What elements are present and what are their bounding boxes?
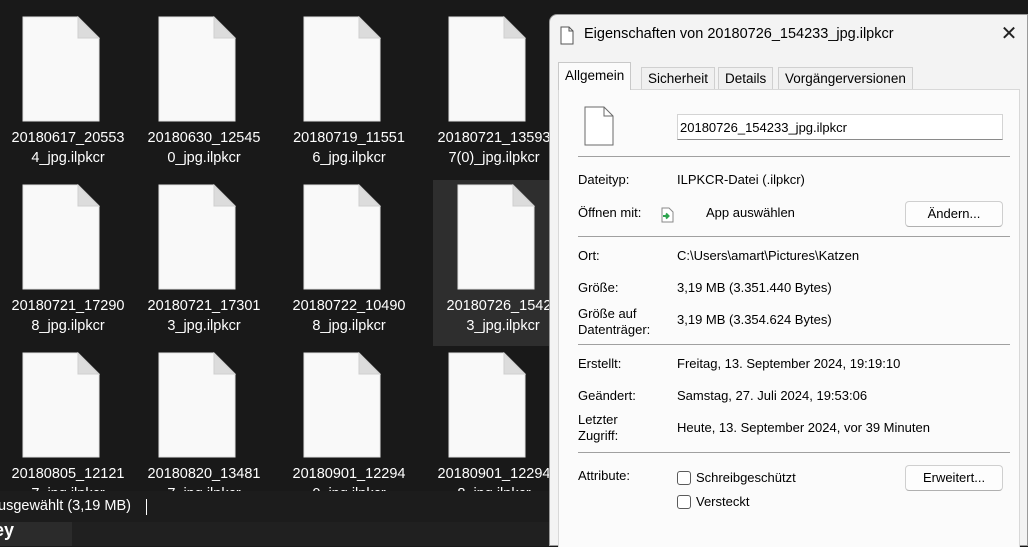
location-value: C:\Users\amart\Pictures\Katzen bbox=[677, 248, 860, 263]
document-icon bbox=[158, 16, 236, 122]
document-icon bbox=[303, 16, 381, 122]
file-tile[interactable]: 20180722_10490 8_jpg.ilpkcr bbox=[279, 184, 419, 342]
file-tile[interactable]: 20180617_20553 4_jpg.ilpkcr bbox=[0, 16, 138, 174]
document-icon bbox=[448, 16, 526, 122]
file-tile[interactable]: 20180721_13593 7(0)_jpg.ilpkcr bbox=[424, 16, 564, 174]
document-icon bbox=[158, 184, 236, 290]
modified-value: Samstag, 27. Juli 2024, 19:53:06 bbox=[677, 388, 868, 403]
document-icon bbox=[457, 184, 535, 290]
file-tile[interactable]: 20180901_12294 0_jpg.ilpkcr bbox=[279, 352, 419, 510]
close-icon[interactable]: ✕ bbox=[998, 23, 1020, 45]
separator bbox=[578, 156, 1010, 157]
document-icon bbox=[22, 352, 100, 458]
file-name-label: 20180719_11551 6_jpg.ilpkcr bbox=[293, 130, 405, 166]
open-with-label: Öffnen mit: bbox=[578, 205, 642, 220]
app-select-icon bbox=[661, 207, 674, 223]
tab-sicherheit[interactable]: Sicherheit bbox=[641, 67, 716, 89]
taskbar-strip: ey bbox=[0, 520, 560, 546]
status-bar: usgewählt (3,19 MB) bbox=[0, 491, 560, 522]
accessed-value: Heute, 13. September 2024, vor 39 Minute… bbox=[677, 420, 930, 435]
separator bbox=[578, 236, 1010, 237]
advanced-button[interactable]: Erweitert... bbox=[905, 465, 1003, 491]
accessed-label-line2: Zugriff: bbox=[578, 428, 619, 443]
filetype-value: ILPKCR-Datei (.ilpkcr) bbox=[677, 172, 805, 187]
size-on-disk-label-line2: Datenträger: bbox=[578, 322, 651, 337]
file-tile[interactable]: 20180721_17301 3_jpg.ilpkcr bbox=[134, 184, 274, 342]
status-divider bbox=[146, 499, 147, 515]
file-name-input[interactable] bbox=[677, 114, 1003, 140]
modified-label: Geändert: bbox=[578, 388, 636, 403]
tab-allgemein[interactable]: Allgemein bbox=[558, 62, 632, 90]
file-name-label: 20180617_20553 4_jpg.ilpkcr bbox=[11, 130, 125, 166]
readonly-label: Schreibgeschützt bbox=[696, 470, 796, 485]
file-tile[interactable]: 20180719_11551 6_jpg.ilpkcr bbox=[279, 16, 419, 174]
file-name-label: 20180721_17290 8_jpg.ilpkcr bbox=[11, 298, 125, 334]
readonly-checkbox[interactable] bbox=[677, 471, 691, 485]
file-name-label: 20180721_17301 3_jpg.ilpkcr bbox=[147, 298, 261, 334]
hidden-checkbox[interactable] bbox=[677, 495, 691, 509]
file-tile[interactable]: 20180630_12545 0_jpg.ilpkcr bbox=[134, 16, 274, 174]
tab-vorgaengerversionen[interactable]: Vorgängerversionen bbox=[778, 67, 913, 89]
filetype-label: Dateityp: bbox=[578, 172, 630, 187]
document-icon bbox=[303, 352, 381, 458]
file-tile[interactable]: 20180901_12294 8_jpg.ilpkcr bbox=[424, 352, 564, 510]
file-icon bbox=[560, 26, 574, 45]
document-icon bbox=[303, 184, 381, 290]
file-tile[interactable]: 20180820_13481 7_jpg.ilpkcr bbox=[134, 352, 274, 510]
document-icon bbox=[22, 184, 100, 290]
created-value: Freitag, 13. September 2024, 19:19:10 bbox=[677, 356, 901, 371]
file-name-label: 20180721_13593 7(0)_jpg.ilpkcr bbox=[437, 130, 551, 166]
taskbar-left-segment: ey bbox=[0, 520, 72, 546]
file-name-label: 20180630_12545 0_jpg.ilpkcr bbox=[147, 130, 261, 166]
document-icon bbox=[448, 352, 526, 458]
change-button[interactable]: Ändern... bbox=[905, 201, 1003, 227]
separator bbox=[578, 452, 1010, 453]
size-value: 3,19 MB (3.351.440 Bytes) bbox=[677, 280, 832, 295]
location-label: Ort: bbox=[578, 248, 600, 263]
file-type-icon bbox=[584, 106, 614, 146]
properties-dialog: Eigenschaften von 20180726_154233_jpg.il… bbox=[549, 14, 1028, 547]
document-icon bbox=[158, 352, 236, 458]
file-name-label: 20180722_10490 8_jpg.ilpkcr bbox=[292, 298, 406, 334]
size-on-disk-value: 3,19 MB (3.354.624 Bytes) bbox=[677, 312, 832, 327]
created-label: Erstellt: bbox=[578, 356, 622, 371]
file-explorer: 20180617_20553 4_jpg.ilpkcr 20180630_1254… bbox=[0, 0, 573, 546]
hidden-label: Versteckt bbox=[696, 494, 750, 509]
file-tile[interactable]: 20180805_12121 7_jpg.ilpkcr bbox=[0, 352, 138, 510]
tab-panel-general: Dateityp: ILPKCR-Datei (.ilpkcr) Öffnen … bbox=[558, 89, 1020, 547]
size-on-disk-label-line1: Größe auf bbox=[578, 306, 637, 321]
open-with-value: App auswählen bbox=[706, 205, 795, 220]
size-label: Größe: bbox=[578, 280, 619, 295]
dialog-title: Eigenschaften von 20180726_154233_jpg.il… bbox=[584, 26, 894, 42]
attributes-label: Attribute: bbox=[578, 468, 631, 483]
separator bbox=[578, 344, 1010, 345]
accessed-label-line1: Letzter bbox=[578, 412, 618, 427]
taskbar-text: ey bbox=[0, 520, 15, 540]
status-selection-text: usgewählt (3,19 MB) bbox=[0, 498, 131, 514]
document-icon bbox=[22, 16, 100, 122]
tab-details[interactable]: Details bbox=[718, 67, 774, 89]
file-tile[interactable]: 20180721_17290 8_jpg.ilpkcr bbox=[0, 184, 138, 342]
